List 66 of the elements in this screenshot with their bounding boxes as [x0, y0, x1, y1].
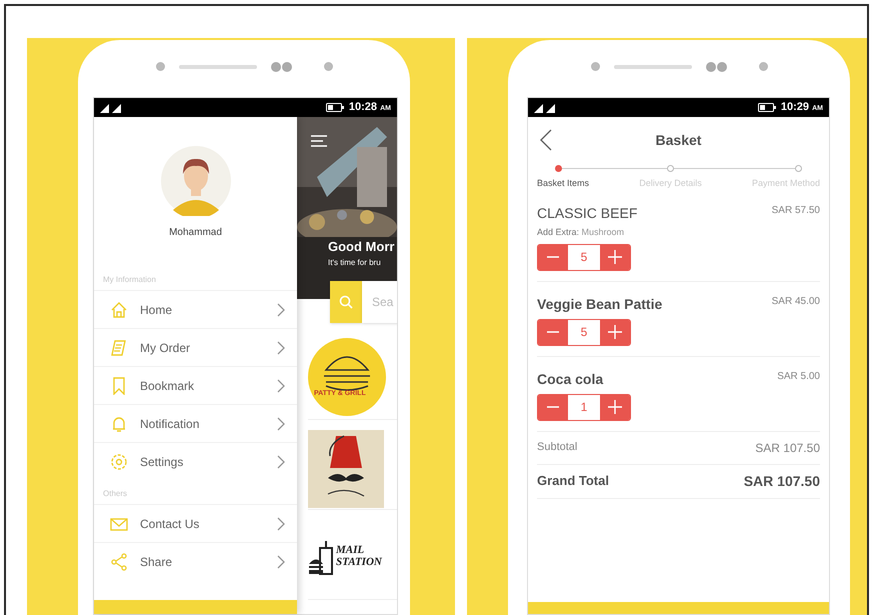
chevron-icon	[277, 416, 285, 430]
minus-icon	[547, 406, 559, 408]
increase-button[interactable]	[600, 394, 630, 420]
chevron-icon	[277, 378, 285, 392]
item-name: Veggie Bean Pattie	[537, 294, 664, 314]
receipt-icon	[110, 338, 128, 356]
greeting: Good Morr	[328, 238, 394, 256]
home-icon	[110, 300, 128, 318]
plus-icon	[608, 250, 622, 264]
speaker-icon	[178, 64, 256, 68]
item-name: CLASSIC BEEF	[537, 204, 638, 223]
avatar	[160, 146, 230, 216]
item-extra: Add Extra: Mushroom	[537, 226, 626, 239]
search-field[interactable]: Sea	[362, 281, 397, 323]
camera-icon	[758, 62, 768, 71]
sensor-icon	[270, 62, 292, 72]
increase-button[interactable]	[600, 320, 630, 344]
logo-text: MAIL STATION	[336, 544, 383, 568]
item-name: Coca cola	[537, 370, 604, 388]
minus-icon	[547, 331, 559, 333]
greeting-subtitle: It's time for bru	[328, 257, 381, 269]
step-label[interactable]: Basket Items	[537, 177, 590, 190]
chevron-icon	[277, 340, 285, 354]
decrease-button[interactable]	[538, 244, 568, 270]
checkout-button[interactable]	[528, 602, 829, 614]
restaurant-card[interactable]: MAIL STATION	[308, 518, 397, 600]
camera-icon	[156, 62, 164, 71]
chevron-icon	[277, 516, 285, 530]
subtotal-value: SAR 107.50	[755, 440, 820, 456]
battery-icon	[326, 103, 344, 112]
screen-title: Basket	[656, 130, 702, 150]
decrease-button[interactable]	[538, 394, 568, 420]
item-price: SAR 5.00	[777, 370, 820, 384]
restaurant-card[interactable]	[308, 428, 397, 510]
signal-icon	[534, 102, 556, 112]
grand-total-label: Grand Total	[537, 472, 609, 490]
chevron-icon	[277, 454, 285, 468]
plus-icon	[608, 325, 622, 339]
decrease-button[interactable]	[538, 320, 568, 344]
chevron-icon	[277, 554, 285, 568]
battery-icon	[758, 103, 776, 112]
camera-icon	[590, 62, 600, 71]
speaker-icon	[614, 64, 692, 68]
quantity-stepper[interactable]: 1	[537, 394, 631, 420]
user-name: Mohammad	[169, 226, 222, 240]
search-icon	[339, 295, 353, 309]
chevron-icon	[277, 302, 285, 316]
item-price: SAR 57.50	[772, 204, 820, 218]
camera-icon	[324, 62, 332, 71]
grand-total-value: SAR 107.50	[744, 472, 820, 490]
sensor-icon	[706, 62, 726, 72]
subtotal-label: Subtotal	[537, 440, 578, 456]
item-price: SAR 45.00	[772, 294, 820, 308]
burger-drink-icon	[308, 540, 334, 576]
increase-button[interactable]	[600, 244, 630, 270]
settings-icon	[110, 452, 128, 470]
menu-icon[interactable]	[311, 135, 327, 147]
share-icon	[110, 552, 128, 570]
signal-icon	[100, 102, 122, 112]
plus-icon	[608, 400, 622, 414]
burger-logo-icon	[308, 338, 386, 416]
minus-icon	[547, 256, 559, 258]
quantity-stepper[interactable]: 5	[537, 244, 631, 270]
back-icon[interactable]	[540, 129, 552, 151]
bell-icon	[110, 414, 128, 432]
quantity-stepper[interactable]: 5	[537, 318, 631, 346]
